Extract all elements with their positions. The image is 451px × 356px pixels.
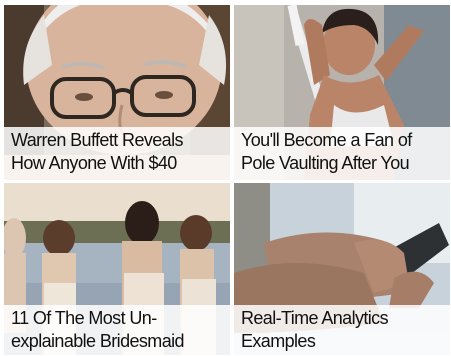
article-card-caption[interactable]: You'll Become a Fan of Pole Vaulting Aft… [234, 127, 450, 180]
article-card-caption[interactable]: Real-Time Analytics Examples [234, 305, 450, 355]
article-card-bridesmaids[interactable]: 11 Of The Most Un- explainable Bridesmai… [4, 183, 230, 355]
article-title-line-2[interactable]: Examples [241, 330, 445, 353]
article-card-warren-buffett[interactable]: Warren Buffett Reveals How Anyone With $… [4, 5, 230, 180]
article-title-line-2[interactable]: Pole Vaulting After You [241, 152, 445, 175]
article-title-line-1[interactable]: Real-Time Analytics [241, 307, 445, 330]
article-card-caption[interactable]: 11 Of The Most Un- explainable Bridesmai… [4, 305, 230, 355]
article-title-line-1[interactable]: You'll Become a Fan of [241, 129, 445, 152]
article-title-line-2[interactable]: How Anyone With $40 [11, 152, 225, 175]
article-title-line-2[interactable]: explainable Bridesmaid [11, 330, 225, 353]
article-card-analytics[interactable]: Real-Time Analytics Examples [234, 183, 450, 355]
article-card-pole-vaulting[interactable]: You'll Become a Fan of Pole Vaulting Aft… [234, 5, 450, 180]
article-title-line-1[interactable]: 11 Of The Most Un- [11, 307, 225, 330]
article-card-caption[interactable]: Warren Buffett Reveals How Anyone With $… [4, 127, 230, 180]
sponsored-content-grid: Warren Buffett Reveals How Anyone With $… [4, 5, 450, 355]
article-title-line-1[interactable]: Warren Buffett Reveals [11, 129, 225, 152]
